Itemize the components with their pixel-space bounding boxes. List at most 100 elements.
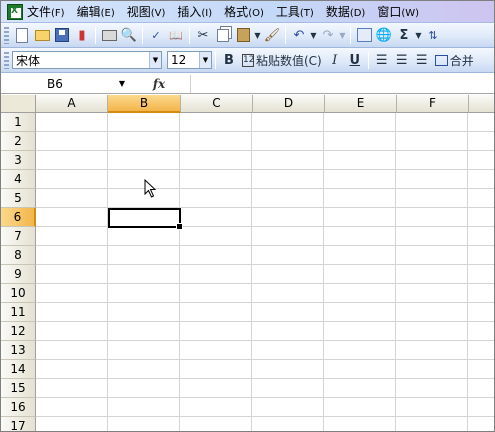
scissors-icon: ✂	[197, 27, 209, 43]
select-all-corner[interactable]	[1, 95, 36, 113]
row-header-14[interactable]: 14	[1, 360, 36, 379]
italic-button[interactable]: I	[325, 50, 345, 70]
research-button[interactable]: 📖	[166, 25, 186, 45]
toolbar-grip[interactable]	[4, 26, 9, 44]
open-button[interactable]	[32, 25, 52, 45]
insert-hyperlink-button[interactable]	[354, 25, 374, 45]
permission-button[interactable]: ▮	[72, 25, 92, 45]
toolbar-separator	[215, 51, 216, 69]
insert-function-button[interactable]: fx	[128, 75, 190, 93]
undo-button[interactable]: ↶	[289, 25, 309, 45]
brush-icon: 🖌	[263, 27, 281, 43]
sort-ascending-button[interactable]: ⇅	[423, 25, 443, 45]
menu-insert[interactable]: 插入(I)	[177, 3, 212, 20]
cut-button[interactable]: ✂	[193, 25, 213, 45]
menu-file[interactable]: 文件(F)	[27, 3, 65, 20]
new-button[interactable]	[12, 25, 32, 45]
copy-icon	[217, 28, 229, 42]
formula-bar: B6 ▼ fx	[1, 74, 494, 94]
chevron-down-icon[interactable]: ▼	[199, 52, 211, 68]
autosum-dropdown[interactable]: ▼	[414, 25, 423, 45]
chevron-down-icon[interactable]: ▼	[116, 79, 128, 88]
autosum-button[interactable]: Σ	[394, 25, 414, 45]
spell-check-icon: ✓	[151, 28, 161, 42]
row-header-1[interactable]: 1	[1, 113, 36, 132]
column-header-d[interactable]: D	[253, 95, 325, 113]
toolbar-separator	[350, 26, 351, 44]
align-right-button[interactable]: ☰	[412, 50, 432, 70]
column-header-a[interactable]: A	[36, 95, 108, 113]
research-icon: 📖	[169, 28, 183, 42]
row-header-8[interactable]: 8	[1, 246, 36, 265]
column-header-g[interactable]	[469, 95, 494, 113]
undo-dropdown[interactable]: ▼	[309, 25, 318, 45]
active-cell-b6[interactable]	[108, 208, 183, 230]
row-header-5[interactable]: 5	[1, 189, 36, 208]
copy-button[interactable]	[213, 25, 233, 45]
toolbar-grip[interactable]	[4, 51, 9, 69]
column-header-e[interactable]: E	[325, 95, 397, 113]
column-header-f[interactable]: F	[397, 95, 469, 113]
merge-icon	[434, 54, 448, 66]
format-painter-button[interactable]: 🖌	[262, 25, 282, 45]
font-name-select[interactable]: 宋体 ▼	[12, 51, 162, 69]
spelling-button[interactable]: ✓	[146, 25, 166, 45]
menu-format[interactable]: 格式(O)	[224, 3, 264, 20]
redo-dropdown[interactable]: ▼	[338, 25, 347, 45]
row-header-12[interactable]: 12	[1, 322, 36, 341]
column-header-c[interactable]: C	[181, 95, 253, 113]
row-header-3[interactable]: 3	[1, 151, 36, 170]
merge-center-button[interactable]: 合并	[432, 50, 477, 70]
underline-button[interactable]: U	[345, 50, 365, 70]
menu-view[interactable]: 视图(V)	[127, 3, 166, 20]
formatting-toolbar: 宋体 ▼ 12 ▼ B 12 粘贴数值(C) I U ☰ ☰ ☰ 合并	[1, 48, 494, 73]
italic-icon: I	[332, 52, 338, 68]
row-header-10[interactable]: 10	[1, 284, 36, 303]
print-preview-button[interactable]: 🔍	[119, 25, 139, 45]
cell-area[interactable]	[36, 113, 494, 431]
paste-button[interactable]	[233, 25, 253, 45]
toolbar-separator	[142, 26, 143, 44]
row-header-6[interactable]: 6	[1, 208, 36, 227]
undo-icon: ↶	[293, 27, 305, 43]
sort-ascending-icon: ⇅	[428, 28, 438, 42]
align-left-button[interactable]: ☰	[372, 50, 392, 70]
row-header-2[interactable]: 2	[1, 132, 36, 151]
bold-button[interactable]: B	[219, 50, 239, 70]
menu-data[interactable]: 数据(D)	[326, 3, 366, 20]
row-header-13[interactable]: 13	[1, 341, 36, 360]
underline-icon: U	[349, 52, 361, 68]
chevron-down-icon[interactable]: ▼	[149, 52, 161, 68]
merge-label: 合并	[449, 53, 474, 68]
row-header-4[interactable]: 4	[1, 170, 36, 189]
row-header-11[interactable]: 11	[1, 303, 36, 322]
paste-options-dropdown[interactable]: ▼	[253, 25, 262, 45]
column-header-b[interactable]: B	[108, 95, 181, 113]
row-header-16[interactable]: 16	[1, 398, 36, 417]
menu-window[interactable]: 窗口(W)	[377, 3, 419, 20]
name-box[interactable]: B6 ▼	[3, 74, 128, 93]
row-header-9[interactable]: 9	[1, 265, 36, 284]
menu-edit[interactable]: 编辑(E)	[77, 3, 115, 20]
excel-app-icon[interactable]	[7, 3, 23, 20]
excel-window: 文件(F) 编辑(E) 视图(V) 插入(I) 格式(O) 工具(T) 数据(D…	[0, 0, 495, 432]
formula-input[interactable]	[190, 74, 494, 93]
chevron-down-icon: ▼	[415, 30, 422, 40]
worksheet-grid: A B C D E F 1 2 3 4 5 6 7 8 9 10 11 12 1…	[1, 95, 494, 431]
standard-toolbar: ▮ 🔍 ✓ 📖 ✂ ▼ 🖌 ↶ ▼ ↷ ▼ 🌐 Σ ▼ ⇅	[1, 23, 494, 48]
font-size-value: 12	[171, 53, 187, 67]
folder-open-icon	[34, 29, 50, 41]
toolbar-separator	[285, 26, 286, 44]
paste-values-button[interactable]: 12 粘贴数值(C)	[239, 50, 325, 70]
menu-bar: 文件(F) 编辑(E) 视图(V) 插入(I) 格式(O) 工具(T) 数据(D…	[1, 1, 494, 23]
row-header-7[interactable]: 7	[1, 227, 36, 246]
menu-tools[interactable]: 工具(T)	[276, 3, 314, 20]
web-button[interactable]: 🌐	[374, 25, 394, 45]
redo-button[interactable]: ↷	[318, 25, 338, 45]
align-center-button[interactable]: ☰	[392, 50, 412, 70]
save-button[interactable]	[52, 25, 72, 45]
row-header-17[interactable]: 17	[1, 417, 36, 431]
font-size-select[interactable]: 12 ▼	[167, 51, 212, 69]
print-button[interactable]	[99, 25, 119, 45]
row-header-15[interactable]: 15	[1, 379, 36, 398]
